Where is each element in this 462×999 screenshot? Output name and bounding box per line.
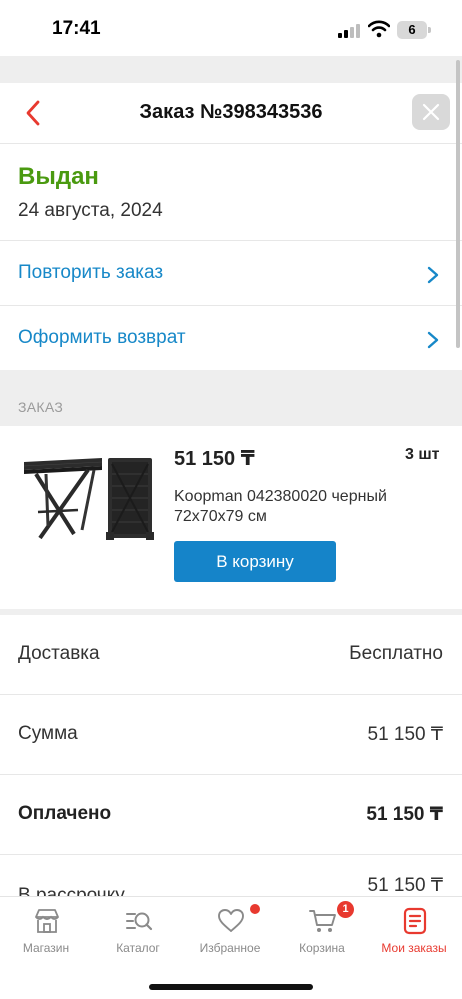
status-bar: 17:41 6 bbox=[0, 0, 462, 56]
summary-row-sum: Сумма 51 150 ₸ bbox=[0, 695, 462, 775]
product-price: 51 150 ₸ bbox=[174, 448, 255, 470]
orders-icon bbox=[403, 907, 427, 935]
tab-label: Корзина bbox=[299, 941, 345, 955]
tab-label: Избранное bbox=[199, 941, 261, 955]
summary-row-paid: Оплачено 51 150 ₸ bbox=[0, 775, 462, 855]
tab-cart[interactable]: 1 Корзина bbox=[276, 897, 368, 967]
cart-icon bbox=[309, 910, 336, 932]
summary-label: Сумма bbox=[18, 723, 78, 744]
notification-dot bbox=[250, 904, 260, 914]
close-button[interactable] bbox=[412, 94, 450, 130]
repeat-order-row[interactable]: Повторить заказ bbox=[0, 241, 462, 305]
tab-catalog[interactable]: Каталог bbox=[92, 897, 184, 967]
close-icon bbox=[422, 103, 440, 121]
chevron-right-icon bbox=[427, 331, 439, 349]
summary-value: Бесплатно bbox=[349, 643, 443, 664]
home-indicator bbox=[149, 984, 313, 990]
chevron-right-icon bbox=[427, 266, 439, 284]
order-status-block: Выдан 24 августа, 2024 bbox=[0, 145, 462, 241]
catalog-search-icon bbox=[126, 912, 153, 931]
return-order-row[interactable]: Оформить возврат bbox=[0, 306, 462, 370]
page-title: Заказ №398343536 bbox=[139, 101, 323, 123]
return-order-label: Оформить возврат bbox=[18, 327, 186, 348]
cellular-signal-icon bbox=[338, 24, 362, 38]
cart-count-badge: 1 bbox=[337, 901, 354, 918]
order-status: Выдан bbox=[18, 163, 99, 190]
tab-label: Мои заказы bbox=[381, 941, 447, 955]
summary-label: Оплачено bbox=[18, 803, 112, 824]
summary-value: 51 150 ₸ bbox=[366, 804, 443, 825]
add-to-cart-button[interactable]: В корзину bbox=[174, 541, 336, 582]
summary-label: Доставка bbox=[18, 643, 100, 664]
summary-value: 51 150 ₸ bbox=[367, 875, 443, 896]
top-gray-band bbox=[0, 56, 462, 83]
summary-row-delivery: Доставка Бесплатно bbox=[0, 615, 462, 695]
tab-favorites[interactable]: Избранное bbox=[184, 897, 276, 967]
order-date: 24 августа, 2024 bbox=[18, 200, 163, 221]
wifi-icon bbox=[368, 20, 390, 38]
heart-icon bbox=[218, 909, 244, 932]
tab-shop[interactable]: Магазин bbox=[0, 897, 92, 967]
product-image[interactable] bbox=[18, 452, 158, 544]
repeat-order-label: Повторить заказ bbox=[18, 262, 164, 283]
shop-icon bbox=[35, 909, 59, 933]
status-time: 17:41 bbox=[52, 18, 101, 39]
tab-label: Каталог bbox=[116, 941, 160, 955]
product-name[interactable]: Koopman 042380020 черный 72x70x79 см bbox=[174, 487, 434, 527]
product-quantity: 3 шт bbox=[405, 446, 440, 463]
battery-level: 6 bbox=[408, 22, 416, 37]
scrollbar[interactable] bbox=[456, 60, 460, 348]
section-band bbox=[0, 370, 462, 426]
summary-value: 51 150 ₸ bbox=[367, 724, 443, 745]
page-header: Заказ №398343536 bbox=[0, 83, 462, 144]
battery-icon: 6 bbox=[397, 21, 431, 39]
tab-my-orders[interactable]: Мои заказы bbox=[368, 897, 460, 967]
product-card: 51 150 ₸ 3 шт Koopman 042380020 черный 7… bbox=[0, 426, 462, 610]
tab-label: Магазин bbox=[22, 941, 70, 955]
section-label: ЗАКАЗ bbox=[18, 399, 64, 415]
